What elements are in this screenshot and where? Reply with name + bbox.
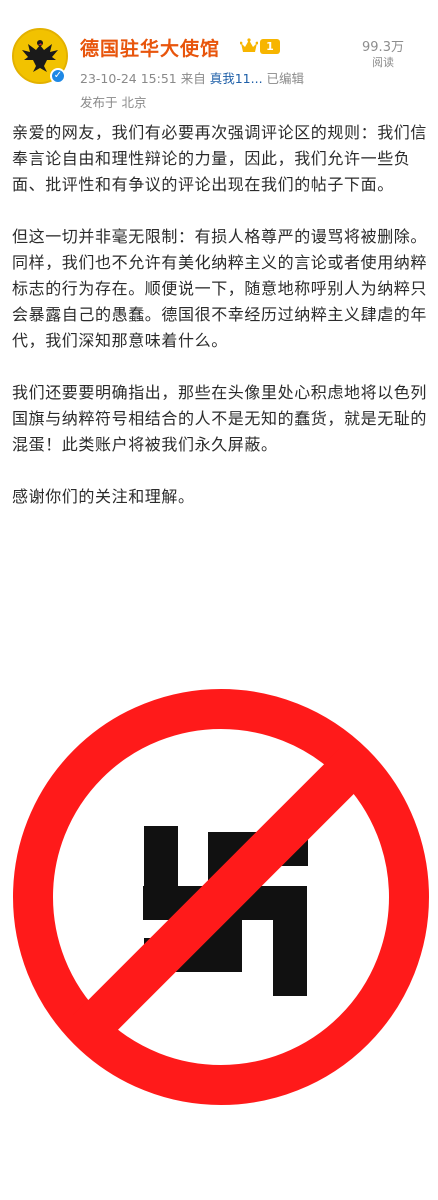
verified-check-icon: ✓ [50,68,66,84]
view-count: 99.3万 阅读 [358,40,408,70]
weibo-post: ✓ 德国驻华大使馆 1 99.3万 阅读 23-10-24 15:51 来自 真… [0,0,438,1200]
paragraph: 但这一切并非毫无限制：有损人格尊严的谩骂将被删除。同样，我们也不允许有美化纳粹主… [12,227,428,350]
paragraph: 感谢你们的关注和理解。 [12,487,195,506]
view-count-number: 99.3万 [362,40,404,55]
timestamp: 23-10-24 15:51 [80,71,177,86]
post-image[interactable] [0,620,438,1200]
edited-label[interactable]: 已编辑 [267,71,305,86]
paragraph: 我们还要要明确指出，那些在头像里处心积虑地将以色列国旗与纳粹符号相结合的人不是无… [12,383,428,454]
prohibited-swastika-symbol [13,689,429,1105]
user-level[interactable]: 1 [240,37,280,55]
prohibition-slash [73,749,369,1045]
source-prefix: 来自 [180,71,206,86]
crown-icon [240,38,258,52]
view-count-label: 阅读 [372,56,394,69]
author-name[interactable]: 德国驻华大使馆 [80,34,220,61]
post-location: 发布于 北京 [80,95,147,110]
paragraph: 亲爱的网友，我们有必要再次强调评论区的规则：我们信奉言论自由和理性辩论的力量，因… [12,123,428,194]
level-badge: 1 [260,38,280,54]
source-link[interactable]: 真我11... [210,71,263,86]
post-meta: 23-10-24 15:51 来自 真我11... 已编辑 [80,68,304,87]
post-body: 亲爱的网友，我们有必要再次强调评论区的规则：我们信奉言论自由和理性辩论的力量，因… [12,120,432,510]
